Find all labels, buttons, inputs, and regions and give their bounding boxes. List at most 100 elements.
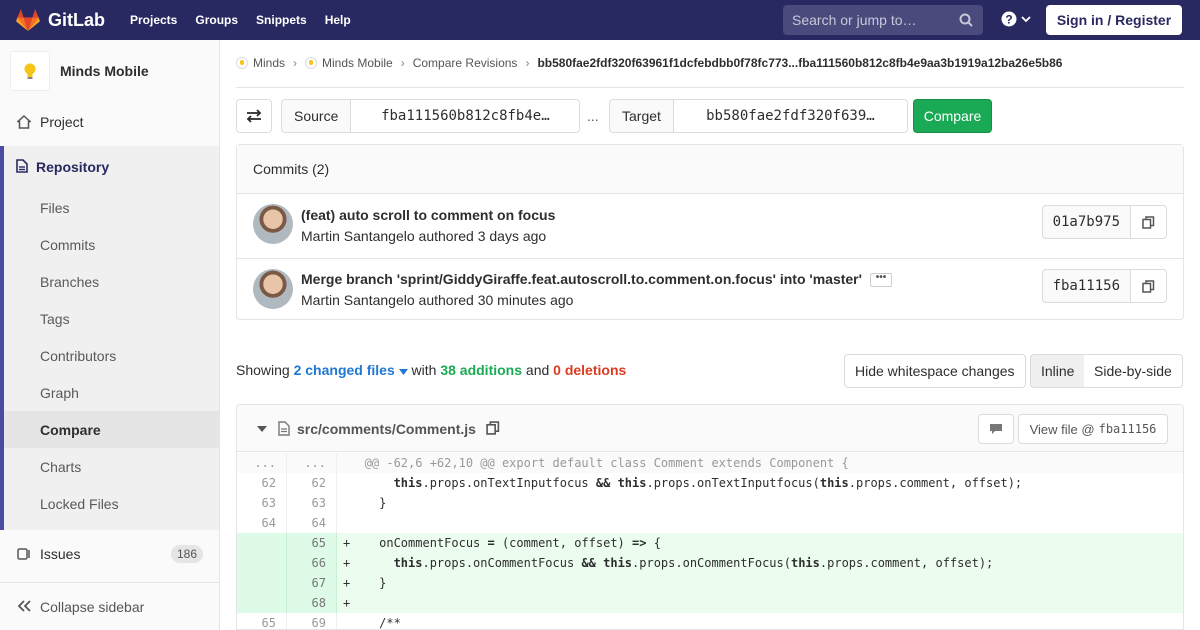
copy-sha-button[interactable] (1131, 269, 1167, 303)
old-line-number[interactable] (237, 593, 287, 613)
breadcrumb-minds[interactable]: Minds (236, 56, 285, 70)
diff-line: 64 64 (237, 513, 1183, 533)
old-line-number[interactable]: 63 (237, 493, 287, 513)
commit-sha[interactable]: 01a7b975 (1041, 205, 1131, 239)
sidebar-subitem-branches[interactable]: Branches (4, 263, 219, 300)
inline-view-button[interactable]: Inline (1030, 354, 1086, 388)
diff-line: 66 + this.props.onCommentFocus && this.pr… (237, 553, 1183, 573)
commit-sha-group: fba11156 (1041, 269, 1167, 303)
sidebar-repository-section: Repository Files Commits Branches Tags C… (0, 146, 219, 530)
group-avatar (236, 56, 248, 69)
sidebar-item-project[interactable]: Project (0, 110, 219, 134)
sidebar-subitem-contributors[interactable]: Contributors (4, 337, 219, 374)
copy-icon (1142, 279, 1155, 293)
document-icon (16, 158, 28, 173)
home-icon (17, 115, 31, 129)
toggle-comments-button[interactable] (978, 414, 1014, 444)
new-line-number[interactable]: ... (287, 453, 337, 473)
chevron-down-icon (1021, 16, 1031, 23)
collapse-sidebar-button[interactable]: Collapse sidebar (0, 582, 219, 630)
file-diff-header: src/comments/Comment.js View file @ fba11… (237, 405, 1183, 452)
help-dropdown[interactable]: ? (1001, 11, 1032, 27)
hide-whitespace-button[interactable]: Hide whitespace changes (844, 354, 1026, 388)
commit-sha[interactable]: fba11156 (1041, 269, 1131, 303)
copy-icon[interactable] (486, 421, 500, 435)
old-line-number[interactable]: 65 (237, 613, 287, 629)
old-line-number[interactable] (237, 533, 287, 553)
sidebar-item-repository[interactable]: Repository (4, 146, 109, 188)
side-by-side-view-button[interactable]: Side-by-side (1084, 354, 1183, 388)
sidebar-subitem-commits[interactable]: Commits (4, 226, 219, 263)
compare-button[interactable]: Compare (913, 99, 992, 133)
sidebar-subitem-charts[interactable]: Charts (4, 448, 219, 485)
collapse-file-toggle[interactable] (257, 426, 267, 432)
new-line-number[interactable]: 63 (287, 493, 337, 513)
commit-author[interactable]: Martin Santangelo (301, 292, 415, 308)
new-line-number[interactable]: 69 (287, 613, 337, 629)
breadcrumb-compare-revisions[interactable]: Compare Revisions (413, 56, 518, 70)
sidebar-project-header[interactable]: Minds Mobile (0, 40, 219, 101)
search-icon (959, 13, 973, 27)
deletions-count: 0 deletions (553, 362, 627, 378)
nav-help[interactable]: Help (325, 13, 351, 27)
commit-sha-group: 01a7b975 (1041, 205, 1167, 239)
commits-header: Commits (2) (237, 145, 1183, 194)
source-ref-dropdown[interactable]: fba111560b812c8fb4e… (350, 99, 581, 133)
collapse-sidebar-label: Collapse sidebar (40, 598, 145, 615)
diff-line: 63 63 } (237, 493, 1183, 513)
search-input[interactable]: Search or jump to… (783, 5, 983, 35)
file-path[interactable]: src/comments/Comment.js (297, 421, 476, 437)
issues-icon (17, 548, 30, 560)
diff-code: + } (343, 576, 387, 590)
diff-code: } (343, 496, 387, 510)
swap-revisions-button[interactable] (236, 99, 272, 133)
gitlab-logo[interactable]: GitLab (16, 9, 105, 31)
diff-line: ...... @@ -62,6 +62,10 @@ export default… (237, 453, 1183, 473)
new-line-number[interactable]: 67 (287, 573, 337, 593)
old-line-number[interactable] (237, 553, 287, 573)
sidebar-item-issues[interactable]: Issues 186 (0, 542, 219, 566)
commit-row: Merge branch 'sprint/GiddyGiraffe.feat.a… (237, 258, 1183, 321)
new-line-number[interactable]: 62 (287, 473, 337, 493)
comment-icon (990, 424, 1002, 434)
view-file-button[interactable]: View file @ fba11156 (1018, 414, 1168, 444)
commit-time: 3 days ago (477, 228, 547, 244)
old-line-number[interactable]: 64 (237, 513, 287, 533)
diff-line: 62 62 this.props.onTextInputfocus && this… (237, 473, 1183, 493)
sidebar-subitem-tags[interactable]: Tags (4, 300, 219, 337)
commit-title[interactable]: (feat) auto scroll to comment on focus (301, 207, 555, 223)
nav-snippets[interactable]: Snippets (256, 13, 307, 27)
changed-files-dropdown[interactable]: 2 changed files (294, 362, 408, 378)
sidebar-subitem-locked-files[interactable]: Locked Files (4, 485, 219, 522)
sidebar-subitem-graph[interactable]: Graph (4, 374, 219, 411)
author-avatar[interactable] (253, 204, 293, 244)
old-line-number[interactable]: ... (237, 453, 287, 473)
old-line-number[interactable] (237, 573, 287, 593)
breadcrumb-minds-mobile[interactable]: Minds Mobile (305, 56, 393, 70)
file-diff: src/comments/Comment.js View file @ fba11… (236, 404, 1184, 630)
expand-description-button[interactable]: ••• (869, 273, 892, 288)
swap-arrows-icon (246, 109, 262, 123)
search-placeholder: Search or jump to… (792, 12, 917, 28)
copy-sha-button[interactable] (1131, 205, 1167, 239)
new-line-number[interactable]: 68 (287, 593, 337, 613)
breadcrumb-current[interactable]: bb580fae2fdf320f63961f1dcfebdbb0f78fc773… (537, 56, 1062, 70)
compare-separator: ... (587, 108, 599, 124)
new-line-number[interactable]: 64 (287, 513, 337, 533)
old-line-number[interactable]: 62 (237, 473, 287, 493)
author-avatar[interactable] (253, 269, 293, 309)
copy-icon (1142, 215, 1155, 229)
nav-groups[interactable]: Groups (195, 13, 238, 27)
sidebar-subitem-files[interactable]: Files (4, 189, 219, 226)
new-line-number[interactable]: 66 (287, 553, 337, 573)
sidebar-subitem-compare[interactable]: Compare (4, 411, 219, 448)
sign-in-button[interactable]: Sign in / Register (1046, 5, 1182, 35)
gitlab-tanuki-icon (16, 9, 40, 31)
target-ref-dropdown[interactable]: bb580fae2fdf320f639… (672, 99, 908, 133)
commit-title-text[interactable]: Merge branch 'sprint/GiddyGiraffe.feat.a… (301, 271, 862, 287)
project-avatar-small (305, 56, 318, 69)
new-line-number[interactable]: 65 (287, 533, 337, 553)
commit-author[interactable]: Martin Santangelo (301, 228, 415, 244)
nav-projects[interactable]: Projects (130, 13, 177, 27)
project-name: Minds Mobile (60, 62, 149, 79)
